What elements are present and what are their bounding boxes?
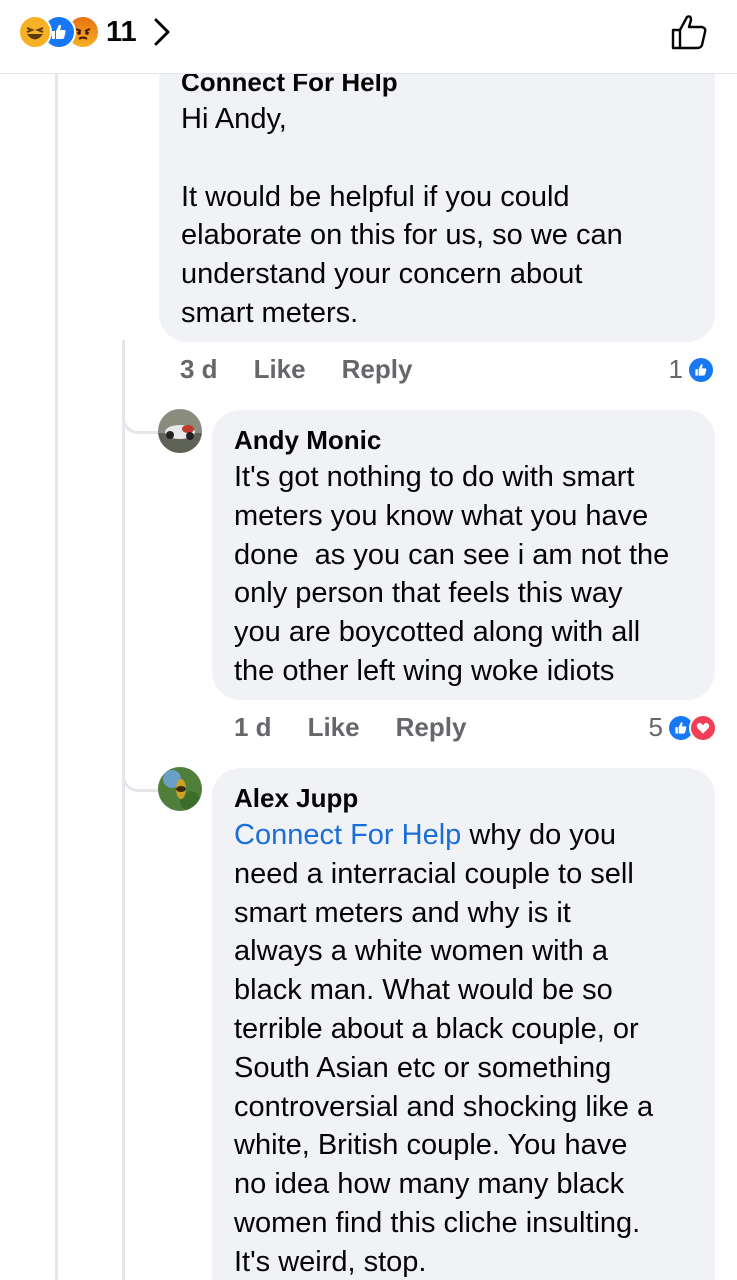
- comment-timestamp[interactable]: 1 d: [234, 712, 272, 743]
- comment-text-first-line: why do you: [461, 819, 617, 851]
- comment-bubble: Connect For Help Hi Andy, It would be he…: [159, 50, 715, 342]
- comment-timestamp[interactable]: 3 d: [180, 354, 218, 385]
- comment-reaction-count[interactable]: 1: [669, 354, 715, 385]
- mention-link[interactable]: Connect For Help: [234, 819, 461, 851]
- reply-button[interactable]: Reply: [342, 354, 413, 385]
- comment-text: It's got nothing to do with smart meters…: [234, 461, 670, 687]
- avatar[interactable]: [158, 767, 202, 811]
- comment-author[interactable]: Andy Monic: [234, 425, 381, 456]
- comment-actions: 1 d Like Reply: [234, 712, 466, 743]
- comment-text-body: need a interracial couple to sell smart …: [234, 857, 654, 1278]
- reply-connector: [122, 772, 162, 792]
- reaction-count: 5: [648, 712, 663, 742]
- reply-connector: [122, 414, 162, 434]
- like-reaction-icon: [687, 355, 715, 384]
- heart-reaction-icon: [689, 713, 717, 742]
- reply-button[interactable]: Reply: [396, 712, 467, 743]
- comment-bubble: Alex Jupp Connect For Help why do you ne…: [212, 768, 715, 1280]
- thumbs-up-icon[interactable]: [669, 12, 709, 52]
- reactions-summary[interactable]: 11: [18, 13, 173, 51]
- comment-text: Connect For Help why do you need a inter…: [234, 816, 704, 1280]
- avatar[interactable]: [158, 409, 202, 453]
- thread-line-inner: [122, 340, 125, 1280]
- comment-author[interactable]: Alex Jupp: [234, 783, 358, 814]
- like-button[interactable]: Like: [254, 354, 306, 385]
- reaction-count: 1: [668, 354, 683, 384]
- chevron-right-icon[interactable]: [151, 15, 173, 49]
- comment-actions: 3 d Like Reply: [180, 354, 412, 385]
- reactions-header: 11: [0, 0, 737, 74]
- comment-bubble: Andy Monic It's got nothing to do with s…: [212, 410, 715, 700]
- comment-reaction-count[interactable]: 5: [649, 712, 717, 743]
- comment-text: Hi Andy, It would be helpful if you coul…: [181, 103, 623, 329]
- thread-line-outer: [55, 74, 58, 1280]
- haha-reaction-icon: [18, 15, 52, 49]
- reaction-total-count: 11: [106, 15, 137, 48]
- like-button[interactable]: Like: [308, 712, 360, 743]
